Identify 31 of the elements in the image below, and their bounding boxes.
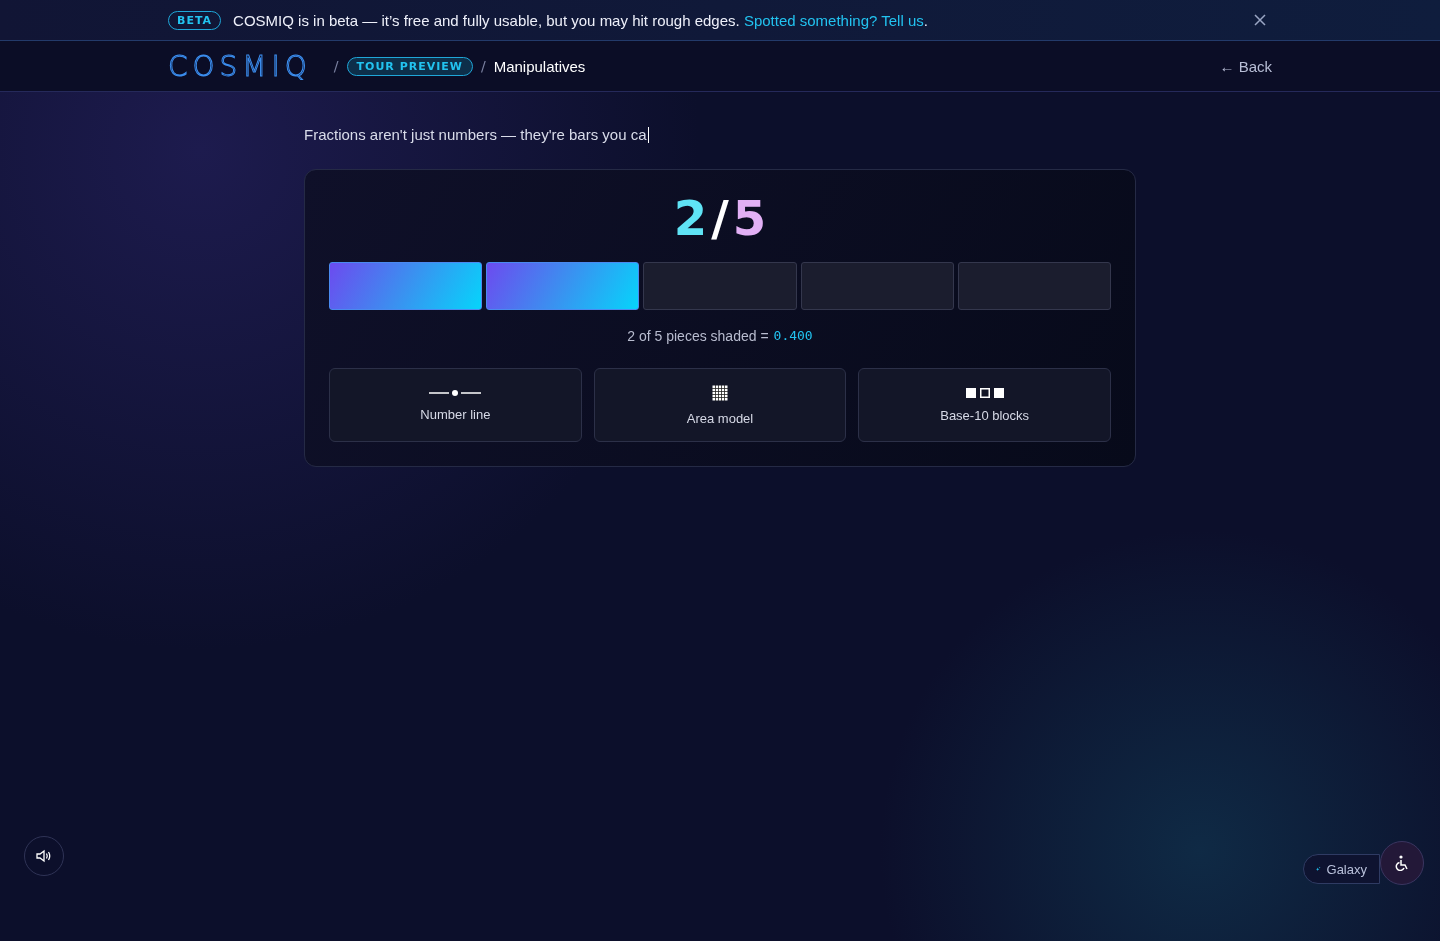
breadcrumb-separator: / xyxy=(333,58,339,74)
number-line-icon xyxy=(429,388,482,397)
fraction-piece[interactable] xyxy=(643,262,797,310)
tour-preview-badge: TOUR PREVIEW xyxy=(346,56,473,76)
model-button[interactable]: Base-10 blocks xyxy=(858,368,1111,442)
fraction-piece[interactable] xyxy=(486,262,640,310)
page-title: Manipulatives xyxy=(493,57,586,75)
feedback-link[interactable]: Spotted something? Tell us xyxy=(743,11,924,29)
denominator: 5 xyxy=(732,190,767,246)
back-link[interactable]: ← Back xyxy=(1219,57,1272,75)
galaxy-button[interactable]: Galaxy xyxy=(1303,854,1380,884)
model-button[interactable]: Area model xyxy=(593,368,847,442)
caption-text: 2 of 5 pieces shaded = xyxy=(627,328,769,344)
text-cursor xyxy=(647,126,649,143)
accessibility-button[interactable] xyxy=(1380,841,1424,885)
model-button[interactable]: Number line xyxy=(329,368,582,442)
wheelchair-icon xyxy=(1395,855,1409,871)
fraction-piece[interactable] xyxy=(957,262,1111,310)
fraction-piece[interactable] xyxy=(800,262,954,310)
intro-text: Fractions aren't just numbers — they're bars you ca xyxy=(304,126,650,143)
numerator: 2 xyxy=(673,190,708,246)
breadcrumb-separator: / xyxy=(480,58,486,74)
grid-icon xyxy=(712,384,728,401)
logo[interactable]: COSMIQ xyxy=(168,49,312,83)
close-icon[interactable] xyxy=(1254,14,1266,26)
fraction-slash: / xyxy=(711,190,729,246)
blocks-icon xyxy=(965,387,1004,398)
fraction-piece[interactable] xyxy=(329,262,483,310)
speaker-icon xyxy=(36,849,52,863)
decimal-value: 0.400 xyxy=(773,328,813,344)
beta-message: COSMIQ is in beta — it’s free and fully usable, but you may hit rough edges. Spotted something? Tell us. xyxy=(233,11,928,29)
